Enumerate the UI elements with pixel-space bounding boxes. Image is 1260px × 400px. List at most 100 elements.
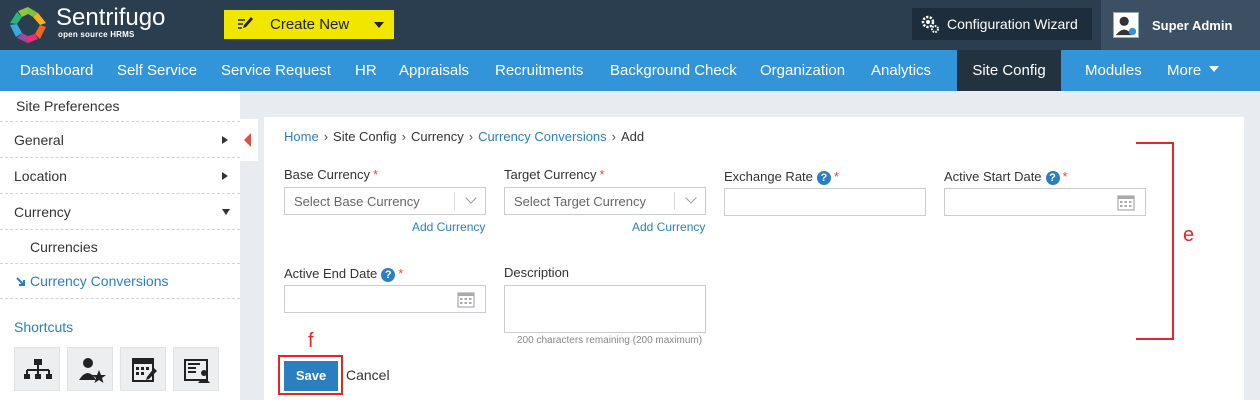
annotation-e: e [1183, 224, 1195, 246]
top-bar: Sentrifugo open source HRMS Create New C… [0, 0, 1260, 50]
sidebar-collapse-button[interactable] [240, 119, 258, 161]
collapse-left-icon [244, 133, 251, 147]
exchange-rate-label: Exchange Rate? * [724, 169, 839, 185]
user-menu[interactable]: Super Admin [1101, 0, 1260, 50]
exchange-rate-input[interactable] [724, 188, 926, 216]
base-currency-placeholder: Select Base Currency [294, 194, 420, 209]
breadcrumb-separator: › [401, 129, 406, 144]
help-icon[interactable]: ? [1045, 171, 1060, 185]
nav-site-config[interactable]: Site Config [957, 50, 1061, 91]
gear-icon [921, 15, 939, 33]
breadcrumb-separator: › [611, 129, 617, 144]
breadcrumb-add: Add [621, 129, 645, 144]
configuration-wizard-button[interactable]: Configuration Wizard [912, 8, 1092, 40]
divider [0, 263, 240, 264]
shortcut-org-chart[interactable] [14, 347, 60, 391]
shortcut-user-star[interactable] [67, 347, 113, 391]
sidebar-item-currency-conversions[interactable]: Currency Conversions [0, 273, 240, 293]
nav-dashboard[interactable]: Dashboard [20, 50, 93, 91]
sidebar-item-location[interactable]: Location [0, 168, 240, 188]
sidebar-item-currency[interactable]: Currency [0, 204, 240, 224]
main-nav: Dashboard Self Service Service Request H… [0, 50, 1260, 91]
base-currency-label: Base Currency * [284, 167, 378, 182]
breadcrumb-currency: Currency [410, 129, 464, 144]
sidebar-item-label: Currency Conversions [30, 273, 169, 289]
shortcut-calendar[interactable] [120, 347, 166, 391]
divider [0, 298, 240, 299]
nav-modules[interactable]: Modules [1085, 50, 1142, 91]
sidebar: Site Preferences General Location Curren… [0, 91, 240, 400]
chevron-down-icon [1209, 66, 1220, 72]
chevron-down-icon [222, 209, 230, 215]
chevron-right-icon [222, 136, 228, 144]
add-currency-link[interactable]: Add Currency [412, 220, 485, 234]
target-currency-select[interactable]: Select Target Currency [504, 187, 706, 215]
form-bracket [1136, 142, 1174, 340]
target-currency-label: Target Currency * [504, 167, 605, 182]
brand-name: Sentrifugo [56, 4, 166, 31]
configuration-wizard-label: Configuration Wizard [947, 16, 1078, 32]
sidebar-item-general[interactable]: General [0, 132, 240, 152]
description-label: Description [504, 265, 570, 280]
annotation-f: f [308, 330, 314, 352]
arrow-down-right-icon [16, 277, 25, 286]
active-end-date-label-text: Active End Date [284, 266, 378, 281]
breadcrumb-home[interactable]: Home [284, 129, 319, 144]
breadcrumb-separator: › [468, 129, 474, 144]
nav-service-request[interactable]: Service Request [221, 50, 331, 91]
create-new-button[interactable]: Create New [224, 10, 394, 39]
nav-appraisals[interactable]: Appraisals [399, 50, 469, 91]
sidebar-item-label: Location [14, 168, 67, 184]
user-star-icon [79, 358, 106, 383]
content-panel: Home › Site Config › Currency › Currency Conve… [264, 117, 1244, 400]
nav-background-check[interactable]: Background Check [610, 50, 737, 91]
nav-more[interactable]: More [1167, 50, 1220, 91]
chevron-right-icon [222, 172, 228, 180]
nav-recruitments[interactable]: Recruitments [495, 50, 583, 91]
nav-hr[interactable]: HR [355, 50, 377, 91]
sentrifugo-logo-icon[interactable] [8, 5, 48, 45]
exchange-rate-label-text: Exchange Rate [724, 169, 813, 184]
create-pen-icon [238, 17, 253, 29]
breadcrumb-separator: › [323, 129, 329, 144]
active-start-date-input[interactable] [944, 188, 1146, 216]
sidebar-item-label: Currency [14, 204, 71, 220]
breadcrumb: Home › Site Config › Currency › Currency Conve… [284, 129, 644, 144]
description-textarea[interactable] [504, 285, 706, 333]
help-icon[interactable]: ? [816, 171, 831, 185]
cancel-button[interactable]: Cancel [346, 367, 390, 383]
avatar [1113, 12, 1139, 38]
sidebar-item-site-preferences[interactable]: Site Preferences [16, 98, 120, 114]
divider [0, 193, 240, 194]
description-char-count: 200 characters remaining (200 maximum) [517, 335, 703, 346]
add-currency-link[interactable]: Add Currency [632, 220, 705, 234]
divider [454, 192, 455, 210]
required-mark: * [372, 167, 379, 182]
base-currency-select[interactable]: Select Base Currency [284, 187, 486, 215]
calendar-edit-icon [132, 358, 157, 382]
required-mark: * [1062, 169, 1068, 184]
active-end-date-input[interactable] [284, 285, 486, 313]
nav-more-label: More [1167, 62, 1202, 79]
help-icon[interactable]: ? [381, 268, 396, 282]
nav-organization[interactable]: Organization [760, 50, 845, 91]
calendar-icon[interactable] [457, 292, 475, 308]
breadcrumb-currency-conversions[interactable]: Currency Conversions [478, 129, 607, 144]
sidebar-item-currencies[interactable]: Currencies [30, 239, 98, 255]
target-currency-label-text: Target Currency [504, 167, 597, 182]
shortcuts-title: Shortcuts [14, 319, 74, 335]
chevron-down-icon [374, 22, 384, 28]
create-new-label: Create New [270, 16, 350, 33]
required-mark: * [833, 169, 839, 184]
active-start-date-label-text: Active Start Date [944, 169, 1042, 184]
breadcrumb-site-config: Site Config [333, 129, 397, 144]
base-currency-label-text: Base Currency [284, 167, 370, 182]
divider [674, 192, 675, 210]
active-start-date-label: Active Start Date? * [944, 169, 1068, 185]
required-mark: * [398, 266, 404, 281]
shortcut-id-card[interactable] [173, 347, 219, 391]
nav-analytics[interactable]: Analytics [871, 50, 931, 91]
calendar-icon[interactable] [1117, 195, 1135, 211]
nav-self-service[interactable]: Self Service [117, 50, 197, 91]
brand-tagline: open source HRMS [58, 30, 135, 39]
